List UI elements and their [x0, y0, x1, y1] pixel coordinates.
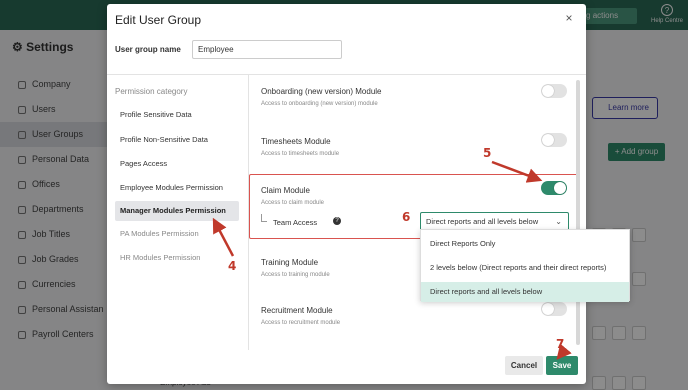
- edit-user-group-modal: Edit User Group × User group name Permis…: [107, 4, 586, 384]
- claim-toggle[interactable]: [541, 181, 567, 195]
- module-description: Access to training module: [261, 272, 330, 278]
- module-claim: Claim Module Access to claim module: [261, 186, 324, 206]
- recruitment-toggle[interactable]: [541, 302, 567, 316]
- module-name: Onboarding (new version) Module: [261, 87, 382, 96]
- module-name: Training Module: [261, 258, 319, 267]
- module-description: Access to timesheets module: [261, 151, 340, 157]
- category-pages-access[interactable]: Pages Access: [115, 154, 239, 174]
- cancel-button[interactable]: Cancel: [505, 356, 543, 375]
- team-access-value: Direct reports and all levels below: [426, 217, 539, 226]
- save-button[interactable]: Save: [546, 356, 578, 375]
- tree-connector: [261, 214, 267, 222]
- option-direct-reports-only[interactable]: Direct Reports Only: [421, 234, 629, 254]
- module-timesheets: Timesheets Module Access to timesheets m…: [261, 137, 339, 157]
- modal-footer: Cancel Save: [107, 350, 586, 384]
- module-name: Recruitment Module: [261, 306, 333, 315]
- annotation-number: 7: [556, 337, 565, 351]
- category-pa-modules-permission[interactable]: PA Modules Permission: [115, 224, 239, 244]
- question-icon[interactable]: ?: [333, 217, 341, 225]
- chevron-down-icon: ⌄: [555, 217, 562, 226]
- close-icon[interactable]: ×: [563, 12, 575, 24]
- category-employee-modules-permission[interactable]: Employee Modules Permission: [115, 178, 239, 198]
- modal-title: Edit User Group: [115, 13, 202, 27]
- option-all-levels-below[interactable]: Direct reports and all levels below: [421, 282, 629, 302]
- module-name: Claim Module: [261, 186, 310, 195]
- module-description: Access to onboarding (new version) modul…: [261, 101, 378, 107]
- module-description: Access to recruitment module: [261, 320, 341, 326]
- permission-category-list: Permission category Profile Sensitive Da…: [107, 75, 248, 350]
- timesheets-toggle[interactable]: [541, 133, 567, 147]
- category-profile-sensitive-data[interactable]: Profile Sensitive Data: [115, 105, 239, 125]
- team-access-label: Team Access: [273, 218, 318, 227]
- module-recruitment: Recruitment Module Access to recruitment…: [261, 306, 340, 326]
- scrollbar[interactable]: [576, 80, 580, 345]
- module-training: Training Module Access to training modul…: [261, 258, 330, 278]
- user-group-name-input[interactable]: [192, 40, 342, 59]
- module-list: Onboarding (new version) Module Access t…: [249, 75, 586, 350]
- category-manager-modules-permission[interactable]: Manager Modules Permission: [115, 201, 239, 221]
- onboarding-toggle[interactable]: [541, 84, 567, 98]
- module-onboarding: Onboarding (new version) Module Access t…: [261, 87, 382, 107]
- annotation-number: 6: [402, 210, 411, 224]
- annotation-number: 4: [228, 259, 237, 273]
- annotation-number: 5: [483, 146, 492, 160]
- module-name: Timesheets Module: [261, 137, 331, 146]
- option-2-levels-below[interactable]: 2 levels below (Direct reports and their…: [421, 258, 629, 278]
- team-access-dropdown: Direct Reports Only 2 levels below (Dire…: [420, 229, 630, 302]
- permission-category-heading: Permission category: [115, 87, 188, 96]
- module-description: Access to claim module: [261, 200, 325, 206]
- category-hr-modules-permission[interactable]: HR Modules Permission: [115, 248, 239, 268]
- category-profile-non-sensitive-data[interactable]: Profile Non-Sensitive Data: [115, 130, 239, 150]
- user-group-name-label: User group name: [115, 45, 181, 54]
